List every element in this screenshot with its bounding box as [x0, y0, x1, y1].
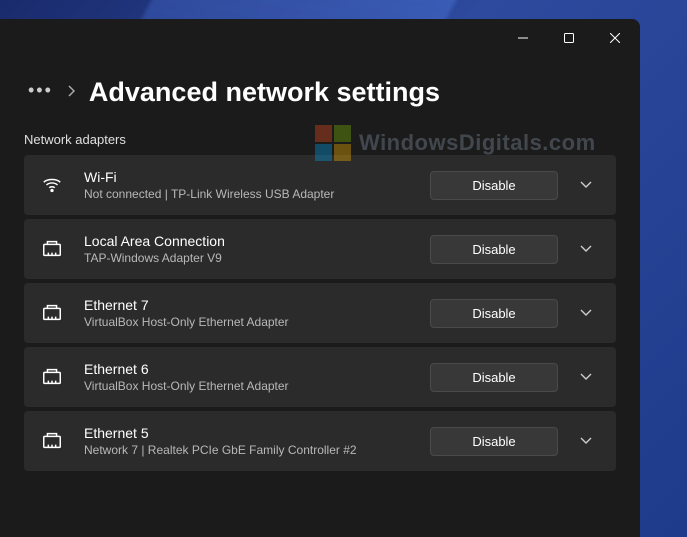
ethernet-icon [34, 238, 70, 260]
window-titlebar [0, 19, 640, 57]
adapter-text: Ethernet 7 VirtualBox Host-Only Ethernet… [84, 297, 416, 329]
adapter-desc: VirtualBox Host-Only Ethernet Adapter [84, 379, 416, 393]
close-button[interactable] [592, 19, 638, 57]
disable-button[interactable]: Disable [430, 171, 558, 200]
chevron-down-icon [580, 373, 592, 381]
adapter-row-wifi[interactable]: Wi-Fi Not connected | TP-Link Wireless U… [24, 155, 616, 215]
expand-button[interactable] [572, 437, 600, 445]
chevron-down-icon [580, 309, 592, 317]
maximize-button[interactable] [546, 19, 592, 57]
adapter-row-ethernet7[interactable]: Ethernet 7 VirtualBox Host-Only Ethernet… [24, 283, 616, 343]
expand-button[interactable] [572, 245, 600, 253]
adapter-row-ethernet5[interactable]: Ethernet 5 Network 7 | Realtek PCIe GbE … [24, 411, 616, 471]
ethernet-icon [34, 302, 70, 324]
chevron-down-icon [580, 437, 592, 445]
ethernet-icon [34, 366, 70, 388]
maximize-icon [564, 33, 574, 43]
more-icon[interactable]: ••• [28, 81, 53, 105]
section-label-adapters: Network adapters [0, 118, 640, 155]
adapter-text: Ethernet 5 Network 7 | Realtek PCIe GbE … [84, 425, 416, 457]
adapter-row-ethernet6[interactable]: Ethernet 6 VirtualBox Host-Only Ethernet… [24, 347, 616, 407]
expand-button[interactable] [572, 309, 600, 317]
minimize-icon [518, 33, 528, 43]
adapter-desc: Not connected | TP-Link Wireless USB Ada… [84, 187, 416, 201]
chevron-right-icon [67, 84, 75, 102]
adapter-row-lan[interactable]: Local Area Connection TAP-Windows Adapte… [24, 219, 616, 279]
adapter-desc: Network 7 | Realtek PCIe GbE Family Cont… [84, 443, 416, 457]
settings-window: ••• Advanced network settings Network ad… [0, 19, 640, 537]
wifi-icon [34, 174, 70, 196]
adapter-desc: TAP-Windows Adapter V9 [84, 251, 416, 265]
adapter-name: Local Area Connection [84, 233, 416, 249]
chevron-down-icon [580, 181, 592, 189]
adapter-text: Ethernet 6 VirtualBox Host-Only Ethernet… [84, 361, 416, 393]
expand-button[interactable] [572, 373, 600, 381]
adapter-name: Ethernet 7 [84, 297, 416, 313]
page-title: Advanced network settings [89, 77, 440, 108]
minimize-button[interactable] [500, 19, 546, 57]
adapter-list: Wi-Fi Not connected | TP-Link Wireless U… [0, 155, 640, 471]
adapter-name: Wi-Fi [84, 169, 416, 185]
adapter-name: Ethernet 5 [84, 425, 416, 441]
disable-button[interactable]: Disable [430, 363, 558, 392]
adapter-name: Ethernet 6 [84, 361, 416, 377]
adapter-desc: VirtualBox Host-Only Ethernet Adapter [84, 315, 416, 329]
breadcrumb-header: ••• Advanced network settings [0, 57, 640, 118]
expand-button[interactable] [572, 181, 600, 189]
disable-button[interactable]: Disable [430, 299, 558, 328]
disable-button[interactable]: Disable [430, 427, 558, 456]
ethernet-icon [34, 430, 70, 452]
adapter-text: Wi-Fi Not connected | TP-Link Wireless U… [84, 169, 416, 201]
chevron-down-icon [580, 245, 592, 253]
adapter-text: Local Area Connection TAP-Windows Adapte… [84, 233, 416, 265]
close-icon [610, 33, 620, 43]
disable-button[interactable]: Disable [430, 235, 558, 264]
